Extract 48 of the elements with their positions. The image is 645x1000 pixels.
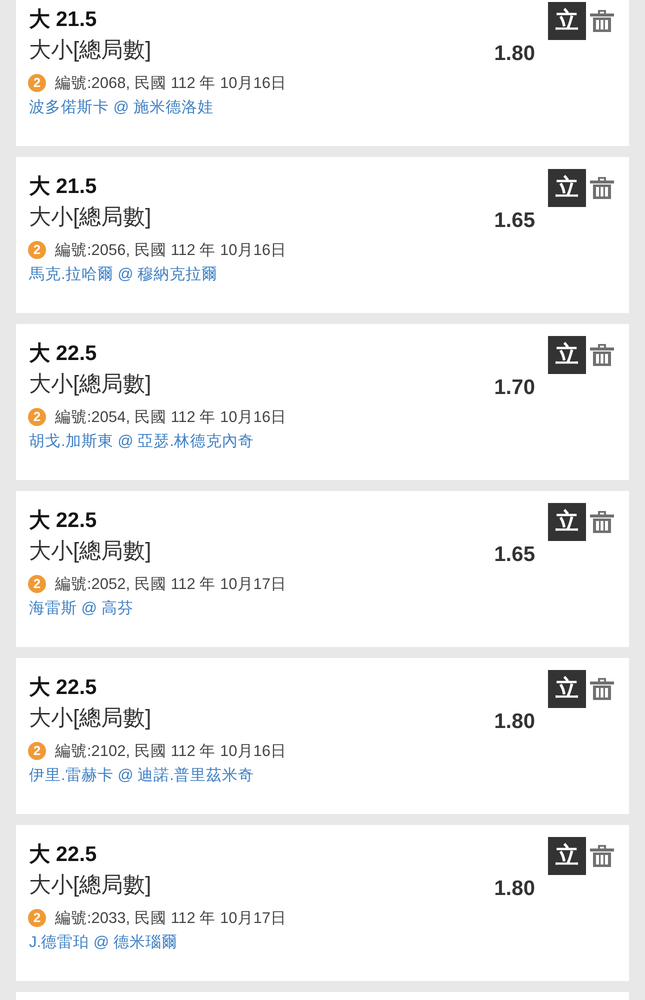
match-link[interactable]: 海雷斯 @ 高芬 [29,600,134,617]
bet-details-text: 編號:2033, 民國 112 年 10月17日 [55,909,287,929]
match-link[interactable]: 馬克.拉哈爾 @ 穆納克拉爾 [29,266,218,283]
action-button[interactable]: 立 [548,2,586,40]
match-link[interactable]: 胡戈.加斯東 @ 亞瑟.林德克內奇 [29,433,254,450]
bet-details-text: 編號:2102, 民國 112 年 10月16日 [55,742,287,762]
action-button[interactable]: 立 [548,336,586,374]
number-badge: 2 [28,74,46,92]
odds-value: 1.70 [494,376,535,400]
number-badge: 2 [28,574,46,592]
bet-selection: 大 22.5 [29,843,97,867]
bet-selection: 大 22.5 [29,509,97,533]
market-name: 大小[總局數] [29,36,152,64]
market-name: 大小[總局數] [29,203,152,231]
bet-selection: 大 21.5 [29,175,97,199]
odds-value: 1.80 [494,42,535,66]
match-link[interactable]: 伊里.雷赫卡 @ 迪諾.普里茲米奇 [29,767,254,784]
action-button[interactable]: 立 [548,503,586,541]
bet-selection: 大 22.5 [29,676,97,700]
bet-details-text: 編號:2056, 民國 112 年 10月16日 [55,241,287,261]
action-button[interactable]: 立 [548,670,586,708]
bet-selection: 大 21.5 [29,8,97,32]
bet-selection: 大 22.5 [29,342,97,366]
action-button[interactable]: 立 [548,169,586,207]
action-button[interactable]: 立 [548,837,586,875]
number-badge: 2 [28,408,46,426]
market-name: 大小[總局數] [29,370,152,398]
number-badge: 2 [28,908,46,926]
market-name: 大小[總局數] [29,704,152,732]
number-badge: 2 [28,240,46,258]
odds-value: 1.80 [494,877,535,901]
trash-icon[interactable] [590,511,614,533]
number-badge: 2 [28,742,46,760]
bet-details-text: 編號:2052, 民國 112 年 10月17日 [55,575,287,595]
odds-value: 1.65 [494,209,535,233]
bet-details-text: 編號:2054, 民國 112 年 10月16日 [55,408,287,428]
trash-icon[interactable] [590,344,614,366]
trash-icon[interactable] [590,177,614,199]
bet-details-text: 編號:2068, 民國 112 年 10月16日 [55,74,287,94]
trash-icon[interactable] [590,10,614,32]
trash-icon[interactable] [590,845,614,867]
trash-icon[interactable] [590,678,614,700]
odds-value: 1.80 [494,710,535,734]
match-link[interactable]: J.德雷珀 @ 德米瑙爾 [29,934,178,951]
market-name: 大小[總局數] [29,537,152,565]
match-link[interactable]: 波多偌斯卡 @ 施米德洛娃 [29,99,214,116]
odds-value: 1.65 [494,543,535,567]
market-name: 大小[總局數] [29,871,152,899]
